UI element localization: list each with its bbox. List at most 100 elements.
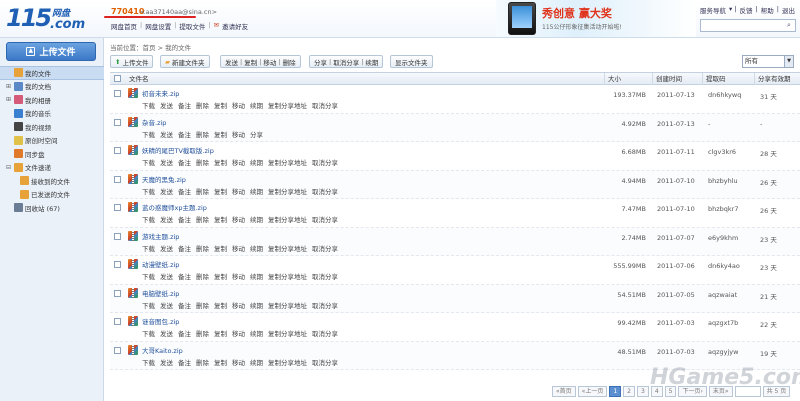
col-code[interactable]: 提取码 — [702, 73, 754, 85]
sidebar-item[interactable]: 原创时空间 — [0, 134, 104, 148]
sidebar-item[interactable]: 回收站 (67) — [0, 201, 104, 215]
row-action-link[interactable]: 续期 — [250, 100, 263, 110]
help-link[interactable]: 帮助 — [761, 5, 774, 15]
row-action-link[interactable]: 发送 — [160, 328, 173, 338]
row-action-link[interactable]: 移动 — [232, 186, 245, 196]
file-name-link[interactable]: 天魔的黑兔.zip — [142, 174, 186, 184]
row-action-link[interactable]: 下载 — [142, 357, 155, 367]
row-action-link[interactable]: 取消分享 — [312, 157, 338, 167]
cancel-share-button[interactable]: 取消分享 — [333, 57, 359, 67]
row-action-link[interactable]: 复制 — [214, 100, 227, 110]
file-name-link[interactable]: 杂音.zip — [142, 117, 166, 127]
row-action-link[interactable]: 续期 — [250, 186, 263, 196]
sidebar-item[interactable]: ⊞ 我的文档 — [0, 80, 104, 94]
row-action-link[interactable]: 备注 — [178, 300, 191, 310]
row-action-link[interactable]: 取消分享 — [312, 214, 338, 224]
nav-extract-link[interactable]: 提取文件 — [179, 21, 205, 31]
file-name-link[interactable]: 动漫壁纸.zip — [142, 259, 179, 269]
page-3-button[interactable]: 3 — [637, 386, 649, 397]
row-action-link[interactable]: 备注 — [178, 357, 191, 367]
row-checkbox[interactable] — [114, 232, 121, 240]
row-action-link[interactable]: 移动 — [232, 157, 245, 167]
row-action-link[interactable]: 复制分享地址 — [268, 100, 307, 110]
row-action-link[interactable]: 备注 — [178, 186, 191, 196]
row-checkbox[interactable] — [114, 289, 121, 297]
row-action-link[interactable]: 移动 — [232, 100, 245, 110]
row-action-link[interactable]: 复制分享地址 — [268, 214, 307, 224]
search-icon[interactable]: ⌕ — [784, 21, 794, 30]
sidebar-item[interactable]: ⊟ 文件速递 — [0, 161, 104, 175]
row-action-link[interactable]: 下载 — [142, 300, 155, 310]
row-action-link[interactable]: 备注 — [178, 271, 191, 281]
row-action-link[interactable]: 删除 — [196, 328, 209, 338]
sidebar-item[interactable]: 我的音乐 — [0, 107, 104, 121]
row-action-link[interactable]: 删除 — [196, 129, 209, 139]
row-action-link[interactable]: 发送 — [160, 300, 173, 310]
logo[interactable]: 115 网盘 .com — [6, 4, 104, 34]
file-filter-select[interactable]: 所有 ▼ — [742, 55, 794, 68]
row-action-link[interactable]: 移动 — [232, 357, 245, 367]
row-action-link[interactable]: 复制 — [214, 243, 227, 253]
row-action-link[interactable]: 移动 — [232, 243, 245, 253]
row-action-link[interactable]: 续期 — [250, 271, 263, 281]
row-action-link[interactable]: 取消分享 — [312, 100, 338, 110]
row-action-link[interactable]: 下载 — [142, 271, 155, 281]
row-action-link[interactable]: 下载 — [142, 214, 155, 224]
row-action-link[interactable]: 备注 — [178, 328, 191, 338]
sidebar-item[interactable]: 我的文件 — [0, 66, 104, 80]
row-action-link[interactable]: 移动 — [232, 129, 245, 139]
expand-toggle-icon[interactable]: ⊞ — [6, 83, 12, 90]
row-action-link[interactable]: 备注 — [178, 214, 191, 224]
col-days[interactable]: 分享有效期 — [754, 73, 800, 85]
row-action-link[interactable]: 续期 — [250, 214, 263, 224]
row-checkbox[interactable] — [114, 346, 121, 354]
file-name-link[interactable]: 妖精的尾巴TV截取版.zip — [142, 145, 214, 155]
row-checkbox[interactable] — [114, 318, 121, 325]
sidebar-item[interactable]: 已发送的文件 — [0, 188, 104, 202]
file-name-link[interactable]: 初音未来.zip — [142, 88, 179, 98]
col-name[interactable]: 文件名 — [126, 73, 149, 85]
row-action-link[interactable]: 续期 — [250, 157, 263, 167]
expand-toggle-icon[interactable]: ⊟ — [6, 164, 12, 171]
prev-page-button[interactable]: «上一页 — [577, 386, 608, 397]
row-action-link[interactable]: 发送 — [160, 357, 173, 367]
show-folder-button[interactable]: 显示文件夹 — [390, 55, 433, 68]
ad-banner[interactable]: 秀创意 赢大奖 115公仔形象征集活动开始啦! — [496, 0, 696, 37]
row-action-link[interactable]: 下载 — [142, 186, 155, 196]
row-action-link[interactable]: 取消分享 — [312, 357, 338, 367]
sidebar-item[interactable]: 同步盘 — [0, 147, 104, 161]
row-action-link[interactable]: 下载 — [142, 157, 155, 167]
file-name-link[interactable]: 游戏主题.zip — [142, 231, 179, 241]
row-action-link[interactable]: 复制分享地址 — [268, 357, 307, 367]
row-action-link[interactable]: 复制分享地址 — [268, 300, 307, 310]
row-action-link[interactable]: 下载 — [142, 129, 155, 139]
row-action-link[interactable]: 复制 — [214, 214, 227, 224]
row-action-link[interactable]: 发送 — [160, 214, 173, 224]
row-action-link[interactable]: 删除 — [196, 271, 209, 281]
service-nav-link[interactable]: 服务导航 — [700, 5, 726, 15]
row-checkbox[interactable] — [114, 90, 121, 97]
row-action-link[interactable]: 复制 — [214, 129, 227, 139]
row-action-link[interactable]: 备注 — [178, 243, 191, 253]
row-action-link[interactable]: 复制 — [214, 328, 227, 338]
delete-button[interactable]: 删除 — [283, 57, 296, 67]
row-action-link[interactable]: 移动 — [232, 214, 245, 224]
row-action-link[interactable]: 下载 — [142, 100, 155, 110]
move-button[interactable]: 移动 — [263, 57, 276, 67]
row-action-link[interactable]: 发送 — [160, 243, 173, 253]
row-action-link[interactable]: 取消分享 — [312, 243, 338, 253]
row-checkbox[interactable] — [114, 147, 121, 154]
row-action-link[interactable]: 移动 — [232, 300, 245, 310]
row-action-link[interactable]: 续期 — [250, 300, 263, 310]
share-button[interactable]: 分享 — [314, 57, 327, 67]
row-action-link[interactable]: 续期 — [250, 328, 263, 338]
upload-button[interactable]: 上传文件 — [6, 42, 96, 61]
row-action-link[interactable]: 删除 — [196, 214, 209, 224]
row-action-link[interactable]: 复制分享地址 — [268, 271, 307, 281]
row-checkbox[interactable] — [114, 204, 121, 211]
nav-settings-link[interactable]: 网盘设置 — [145, 21, 171, 31]
row-action-link[interactable]: 备注 — [178, 157, 191, 167]
row-action-link[interactable]: 发送 — [160, 271, 173, 281]
file-name-link[interactable]: 大哥Kaito.zip — [142, 345, 183, 355]
row-checkbox[interactable] — [114, 261, 121, 268]
